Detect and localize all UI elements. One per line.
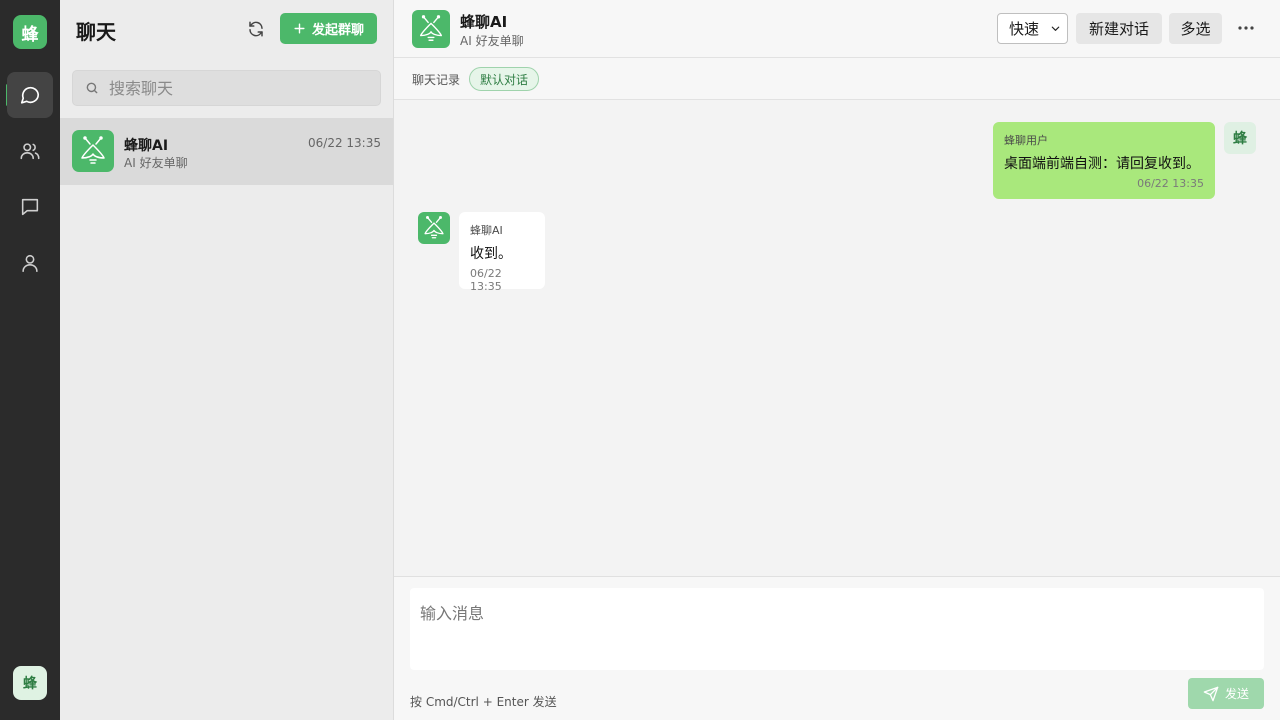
bee-icon: [419, 15, 443, 41]
new-group-chat-label: 发起群聊: [311, 23, 364, 38]
app-logo: 蜂: [13, 15, 47, 49]
outgoing-message: 蜂聊用户 桌面端前端自测：请回复收到。 06/22 13:35: [993, 122, 1215, 199]
rail-item-profile[interactable]: [7, 240, 53, 286]
bee-avatar: [72, 130, 114, 172]
conversation-name: 蜂聊AI: [124, 138, 169, 154]
user-icon: [22, 254, 38, 273]
more-horizontal-icon: [1238, 26, 1254, 30]
conversation-item[interactable]: 蜂聊AI AI 好友单聊 06/22 13:35: [60, 118, 393, 185]
history-bar: 聊天记录 默认对话: [394, 58, 1280, 100]
bee-icon: [424, 215, 444, 239]
search-input[interactable]: [109, 78, 359, 98]
incoming-message: 蜂聊AI 收到。 06/22 13:35: [459, 212, 545, 293]
composer: 按 Cmd/Ctrl + Enter 发送 发送: [394, 576, 1280, 720]
plus-icon: [294, 23, 305, 34]
chat-title: 蜂聊AI: [460, 13, 508, 31]
message-text: 收到。: [470, 246, 512, 262]
send-button[interactable]: 发送: [1188, 678, 1264, 709]
refresh-icon: [249, 21, 263, 37]
mode-select[interactable]: 快速: [997, 13, 1068, 44]
message-list: 蜂聊用户 桌面端前端自测：请回复收到。 06/22 13:35 蜂 蜂聊AI 收…: [394, 100, 1280, 576]
chat-pane: 蜂聊AI AI 好友单聊 快速 新建对话 多选 聊天记录 默认对话 蜂聊用户 桌…: [394, 0, 1280, 720]
multiselect-button[interactable]: 多选: [1169, 13, 1222, 44]
chevron-down-icon: [1051, 26, 1060, 31]
ai-avatar: [418, 212, 450, 244]
conversation-subtitle: AI 好友单聊: [124, 156, 188, 170]
history-chip-default[interactable]: 默认对话: [469, 67, 540, 91]
page-title: 聊天: [76, 20, 116, 44]
rail-item-chat[interactable]: [7, 72, 53, 118]
conversation-time: 06/22 13:35: [308, 136, 381, 150]
search-box: [72, 70, 381, 106]
search-icon: [86, 82, 98, 94]
chat-avatar: [412, 10, 450, 48]
bee-icon: [81, 136, 105, 164]
message-sender: 蜂聊用户: [1004, 134, 1048, 147]
message-time: 06/22 13:35: [1137, 177, 1204, 190]
more-button[interactable]: [1232, 16, 1260, 40]
refresh-button[interactable]: [244, 17, 268, 41]
send-label: 发送: [1224, 687, 1249, 701]
new-group-chat-button[interactable]: 发起群聊: [280, 13, 377, 44]
rail-item-messages[interactable]: [7, 184, 53, 230]
mode-select-value: 快速: [1009, 20, 1040, 38]
chat-header: 蜂聊AI AI 好友单聊 快速 新建对话 多选: [394, 0, 1280, 58]
rail-item-contacts[interactable]: [7, 128, 53, 174]
conversation-list-pane: 聊天 发起群聊 蜂聊AI AI 好友单聊 06/22 13:35: [60, 0, 394, 720]
message-sender: 蜂聊AI: [470, 224, 503, 237]
current-user-avatar[interactable]: 蜂: [13, 666, 47, 700]
new-chat-button[interactable]: 新建对话: [1076, 13, 1162, 44]
chat-subtitle: AI 好友单聊: [460, 34, 524, 48]
app-rail: 蜂 蜂: [0, 0, 60, 720]
message-input[interactable]: [410, 588, 1264, 670]
message-square-icon: [21, 198, 39, 216]
user-avatar: 蜂: [1224, 122, 1256, 154]
message-time: 06/22 13:35: [470, 267, 502, 293]
message-text: 桌面端前端自测：请回复收到。: [1004, 156, 1200, 172]
history-label: 聊天记录: [412, 73, 461, 87]
chat-bubble-icon: [20, 86, 40, 104]
composer-hint: 按 Cmd/Ctrl + Enter 发送: [410, 695, 557, 709]
users-icon: [20, 143, 40, 160]
send-icon: [1203, 686, 1219, 701]
